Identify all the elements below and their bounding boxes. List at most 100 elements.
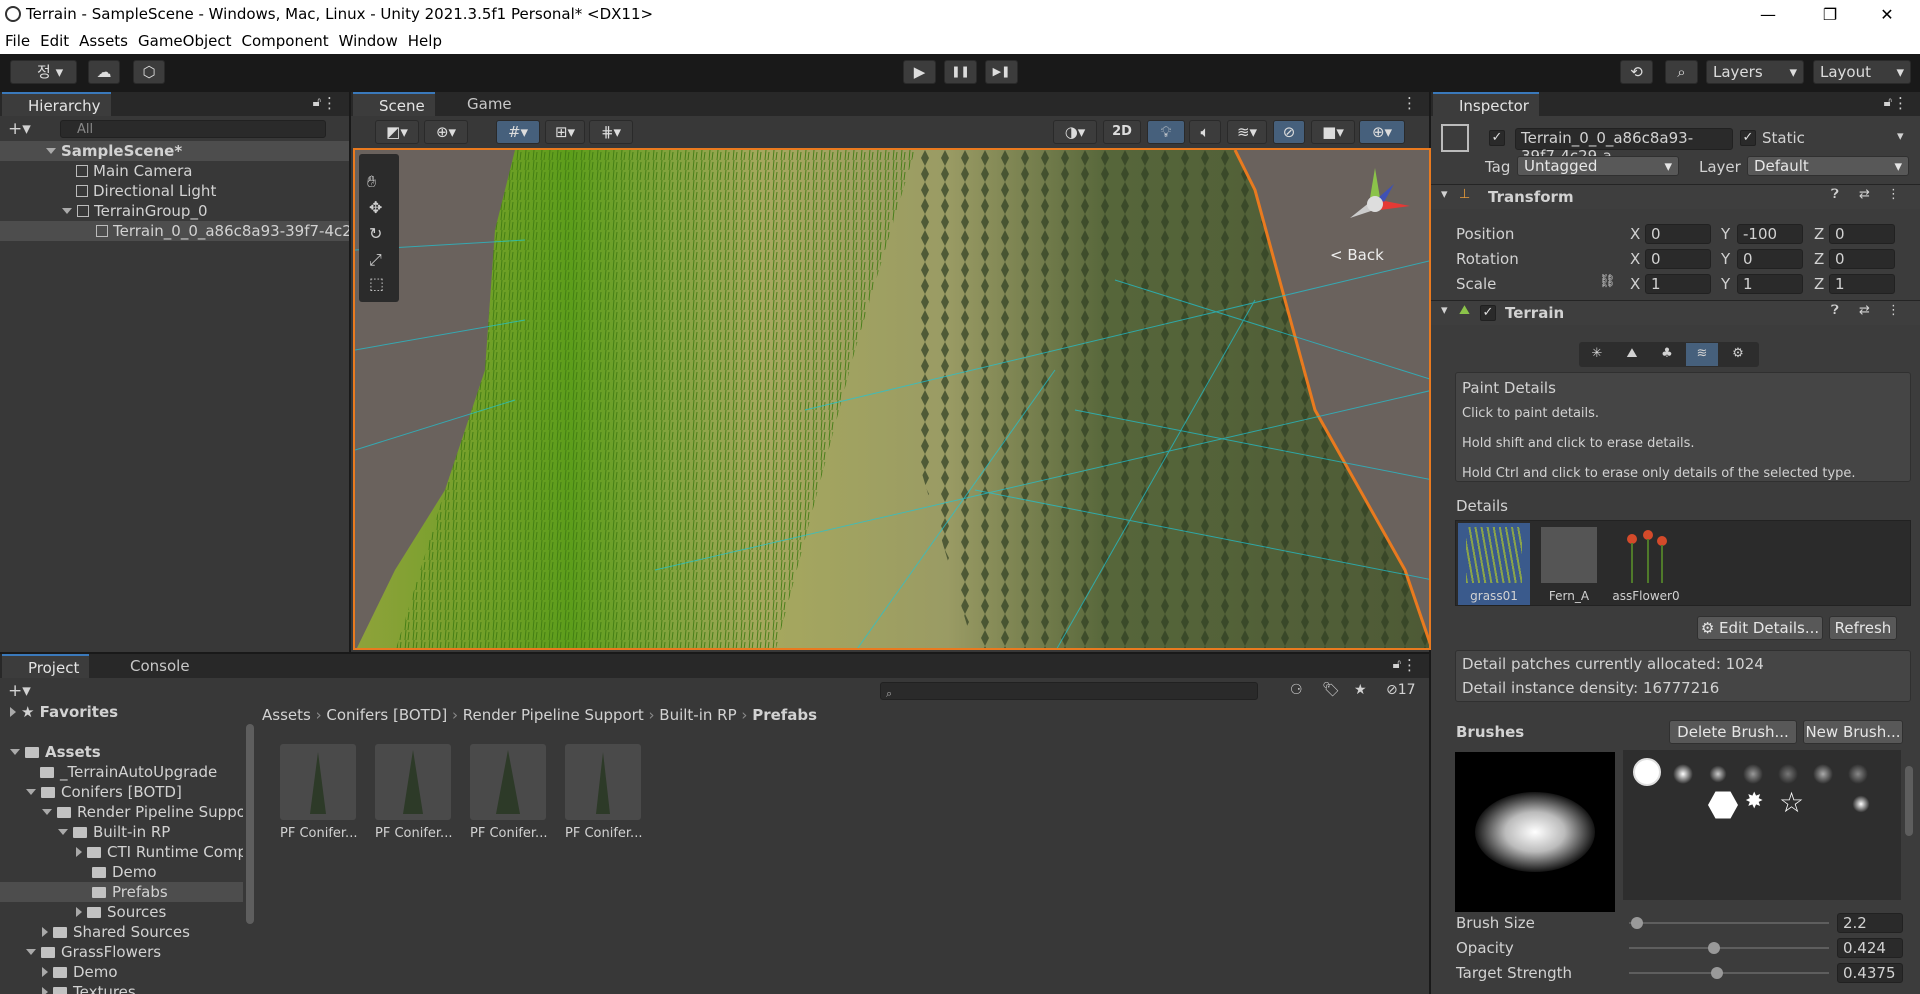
close-button[interactable]: ✕	[1864, 2, 1910, 28]
delete-brush-button[interactable]: Delete Brush...	[1669, 720, 1797, 744]
lock-icon[interactable]: 🔓︎	[313, 95, 321, 110]
tag-dropdown[interactable]: Untagged ▾	[1517, 156, 1679, 176]
breadcrumb-item[interactable]: Conifers [BOTD]	[326, 706, 447, 724]
terrain-settings-tool-icon[interactable]: ⚙	[1721, 343, 1755, 366]
favorite-icon[interactable]: ★	[1354, 682, 1367, 698]
slider-knob[interactable]	[1631, 917, 1643, 929]
preset-icon[interactable]: ⇄	[1859, 187, 1870, 202]
tree-item-conifers[interactable]: Conifers [BOTD]	[0, 782, 243, 802]
tab-console[interactable]: Console	[104, 654, 200, 678]
detail-item[interactable]: assFlower0	[1608, 523, 1684, 605]
hand-tool-icon[interactable]: ✋︎	[367, 172, 376, 192]
maximize-button[interactable]: ❐	[1807, 2, 1853, 28]
rotate-tool-icon[interactable]: ↻	[369, 224, 382, 243]
brush-size-field[interactable]: 2.2	[1837, 913, 1903, 933]
tree-item-render-pipeline[interactable]: Render Pipeline Suppo	[0, 802, 243, 822]
more-menu-icon[interactable]: ⋮	[322, 94, 337, 112]
asset-thumb[interactable]	[280, 744, 356, 820]
slider-knob[interactable]	[1710, 967, 1723, 979]
brush-splat-icon[interactable]	[1848, 764, 1868, 784]
type-filter-icon[interactable]: ⚆	[1290, 682, 1303, 698]
tree-item-demo-2[interactable]: Demo	[0, 962, 243, 982]
step-button[interactable]: ▶❚	[985, 60, 1018, 84]
draw-mode-dropdown[interactable]: ◩▾	[375, 120, 419, 144]
grid-dropdown[interactable]: ⊞▾	[545, 120, 585, 144]
tree-item-prefabs[interactable]: Prefabs	[0, 882, 243, 902]
history-icon[interactable]: ⟲	[1620, 60, 1653, 84]
brush-noise-icon[interactable]	[1778, 764, 1798, 784]
gizmos-dropdown[interactable]: ⊕▾	[1359, 120, 1405, 144]
chevron-down-icon[interactable]: ▾	[1897, 129, 1904, 144]
help-icon[interactable]: ❓︎	[1831, 187, 1839, 202]
add-icon[interactable]: +▾	[8, 681, 31, 701]
layout-dropdown[interactable]: Layout ▾	[1813, 60, 1911, 84]
paint-details-tool-icon[interactable]: ≋	[1686, 343, 1718, 366]
scale-x-field[interactable]: 1	[1645, 274, 1711, 294]
detail-item[interactable]: Fern_A	[1534, 523, 1604, 605]
more-menu-icon[interactable]: ⋮	[1893, 94, 1908, 112]
2d-toggle[interactable]: 2D	[1103, 120, 1141, 144]
transform-header[interactable]: ▾ ⊥ Transform ❓︎ ⇄ ⋮	[1431, 185, 1920, 209]
tree-item-sources[interactable]: Sources	[0, 902, 243, 922]
rotation-y-field[interactable]: 0	[1737, 249, 1803, 269]
visibility-toggle-icon[interactable]: ⊘	[1273, 120, 1305, 144]
slider-knob[interactable]	[1707, 942, 1720, 954]
scale-z-field[interactable]: 1	[1829, 274, 1895, 294]
label-filter-icon[interactable]: 🏷︎	[1322, 682, 1340, 698]
active-checkbox[interactable]: ✓	[1489, 130, 1505, 146]
paint-trees-tool-icon[interactable]: ♣	[1651, 343, 1683, 366]
preset-icon[interactable]: ⇄	[1859, 303, 1870, 318]
grid-snap-dropdown[interactable]: #▾	[496, 120, 540, 144]
breadcrumb-item[interactable]: Prefabs	[752, 706, 817, 724]
audio-toggle-icon[interactable]: 🔈︎	[1189, 120, 1221, 144]
position-z-field[interactable]: 0	[1829, 224, 1895, 244]
lock-icon[interactable]: 🔓︎	[1884, 95, 1892, 110]
more-menu-icon[interactable]: ⋮	[1887, 187, 1900, 202]
rotation-x-field[interactable]: 0	[1645, 249, 1711, 269]
tree-item-shared-sources[interactable]: Shared Sources	[0, 922, 243, 942]
create-neighbor-tool-icon[interactable]: ✳︎	[1581, 343, 1613, 366]
asset-thumb[interactable]	[565, 744, 641, 820]
hierarchy-item-terrain[interactable]: Terrain_0_0_a86c8a93-39f7-4c2	[0, 221, 349, 241]
tab-hierarchy[interactable]: Hierarchy	[2, 92, 111, 116]
account-dropdown[interactable]: 정 ▾	[10, 60, 77, 84]
position-x-field[interactable]: 0	[1645, 224, 1711, 244]
lighting-toggle-icon[interactable]: 💡︎	[1147, 120, 1185, 144]
menu-file[interactable]: File	[0, 29, 35, 53]
brush-noise-icon[interactable]	[1743, 764, 1763, 784]
menu-gameobject[interactable]: GameObject	[133, 29, 237, 53]
hierarchy-item-main-camera[interactable]: Main Camera	[0, 161, 349, 181]
play-button[interactable]: ▶	[903, 60, 936, 84]
brush-splat-icon[interactable]	[1813, 764, 1833, 784]
opacity-slider[interactable]	[1629, 942, 1829, 954]
tree-item-demo[interactable]: Demo	[0, 862, 243, 882]
more-menu-icon[interactable]: ⋮	[1402, 94, 1417, 112]
hidden-packages-icon[interactable]: ⊘17	[1386, 682, 1416, 698]
hierarchy-item-terraingroup[interactable]: TerrainGroup_0	[0, 201, 349, 221]
tree-item-terrainautoupgrade[interactable]: _TerrainAutoUpgrade	[0, 762, 243, 782]
help-icon[interactable]: ❓︎	[1831, 303, 1839, 318]
scale-tool-icon[interactable]: ⤢	[369, 250, 382, 270]
brush-soft-icon[interactable]	[1673, 764, 1693, 784]
brush-circle-icon[interactable]	[1633, 758, 1661, 786]
brush-scrollbar[interactable]	[1905, 750, 1913, 900]
breadcrumb-item[interactable]: Assets	[262, 706, 311, 724]
scale-y-field[interactable]: 1	[1737, 274, 1803, 294]
tab-project[interactable]: Project	[2, 654, 90, 678]
back-label[interactable]: < Back	[1330, 246, 1384, 264]
menu-help[interactable]: Help	[403, 29, 447, 53]
refresh-button[interactable]: Refresh	[1829, 616, 1897, 640]
brush-star-icon[interactable]: ☆	[1779, 789, 1804, 817]
static-checkbox[interactable]: ✓	[1740, 130, 1756, 146]
cloud-icon[interactable]: ☁	[88, 60, 120, 84]
move-tool-icon[interactable]: ✥	[369, 198, 382, 217]
menu-edit[interactable]: Edit	[35, 29, 74, 53]
edit-details-button[interactable]: ⚙ Edit Details...	[1697, 616, 1823, 640]
tab-game[interactable]: Game	[441, 92, 522, 116]
tree-item-assets[interactable]: Assets	[0, 742, 243, 762]
brush-soft-icon[interactable]	[1851, 794, 1871, 814]
brush-hexagon-icon[interactable]	[1708, 791, 1738, 819]
scene-row[interactable]: SampleScene*	[0, 141, 349, 161]
tree-item-grassflowers[interactable]: GrassFlowers	[0, 942, 243, 962]
tree-scrollbar[interactable]	[246, 724, 254, 924]
